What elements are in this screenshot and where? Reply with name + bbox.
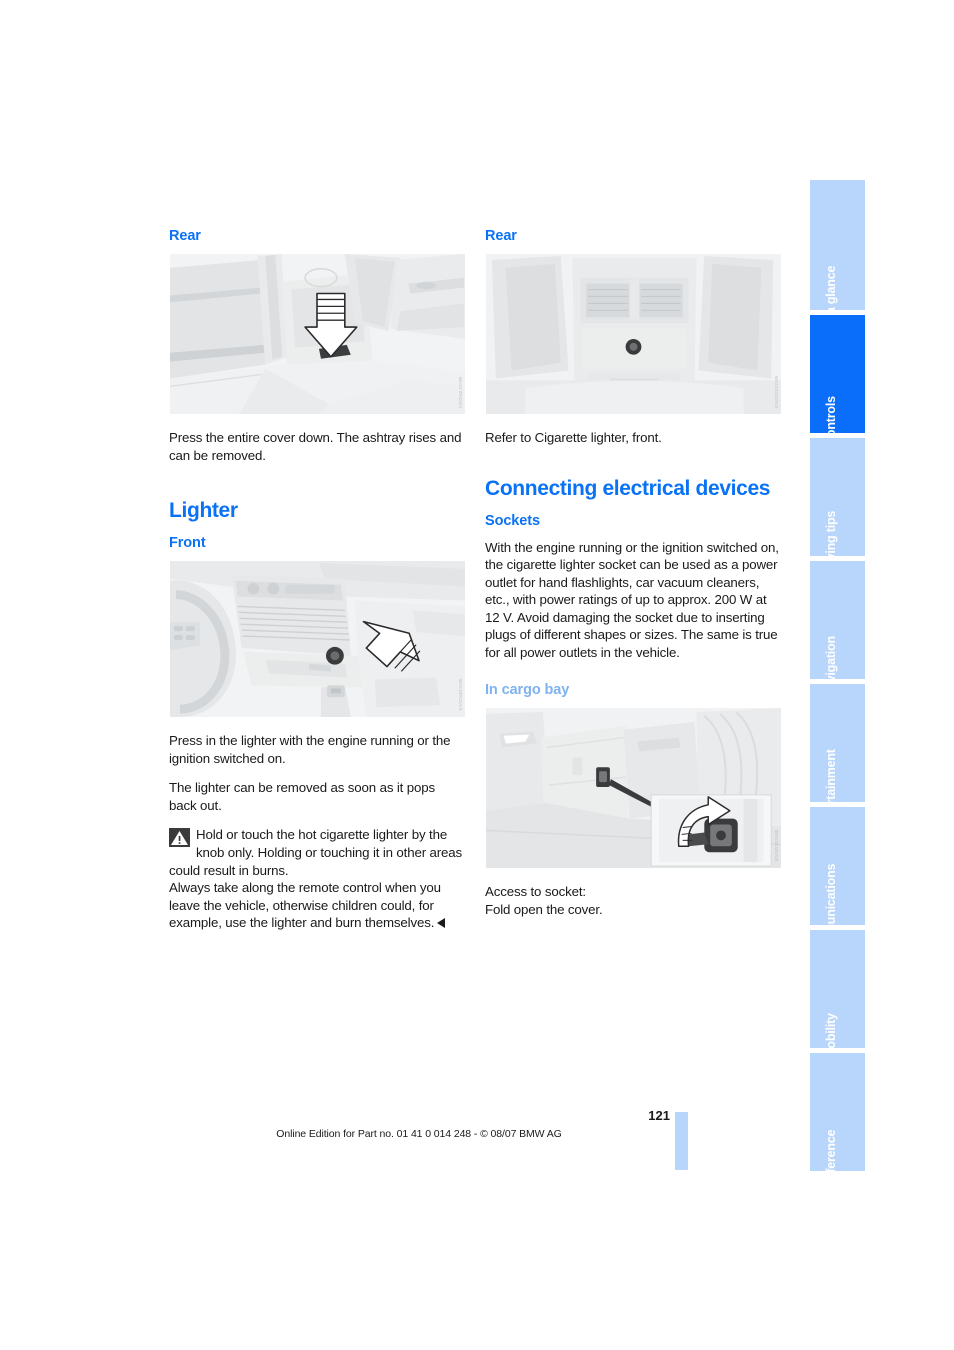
sidebar-tab-label: Mobility <box>823 1013 838 1048</box>
footer-accent-bar <box>675 1112 688 1170</box>
front-cigarette-lighter-illustration: WAS1IPAO/A/S <box>169 560 466 719</box>
footer-edition-note: Online Edition for Part no. 01 41 0 014 … <box>276 1128 562 1140</box>
warning-triangle-icon <box>169 828 190 848</box>
sidebar-tab-label: Communications <box>823 863 838 925</box>
sidebar-tab-label: Navigation <box>823 636 838 679</box>
heading-front: Front <box>169 534 206 551</box>
heading-connecting-electrical-devices: Connecting electrical devices <box>485 476 771 500</box>
end-of-note-marker <box>437 918 446 929</box>
rear-ashtray-illustration: WAS1 IPADS/A <box>169 253 466 416</box>
heading-sockets: Sockets <box>485 513 540 530</box>
heading-in-cargo-bay: In cargo bay <box>485 681 570 698</box>
sidebar-tab-entertainment[interactable]: Entertainment <box>810 684 865 802</box>
sidebar-tab-communications[interactable]: Communications <box>810 807 865 925</box>
sidebar-tab-mobility[interactable]: Mobility <box>810 930 865 1048</box>
rear-lighter-reference: Refer to Cigarette lighter, front. <box>485 430 662 446</box>
figure-code: WAS1 IPADS/A <box>458 376 463 409</box>
front-lighter-removal: The lighter can be removed as soon as it… <box>169 780 435 813</box>
sidebar-tab-label: Driving tips <box>823 510 838 556</box>
sidebar-tab-driving-tips[interactable]: Driving tips <box>810 438 865 556</box>
left-content-column: Rear WAS1 IPADS/A Press the entire cover… <box>169 228 466 932</box>
front-lighter-instruction: Press in the lighter with the engine run… <box>169 733 451 766</box>
figure-code: WAS1ICDO/A/S <box>774 375 779 409</box>
figure-code: WAS1ICO5/A/S <box>774 830 779 863</box>
cargo-bay-socket-illustration: WAS1ICO5/A/S <box>485 707 782 870</box>
figure-code: WAS1IPAO/A/S <box>458 679 463 712</box>
sidebar-tab-label: Reference <box>823 1129 838 1171</box>
sidebar-tab-navigation[interactable]: Navigation <box>810 561 865 679</box>
heading-rear-left: Rear <box>169 228 201 244</box>
warning-text-secondary: Always take along the remote control whe… <box>169 880 441 931</box>
sidebar-tab-label: Entertainment <box>823 749 838 802</box>
rear-console-lighter-illustration: WAS1ICDO/A/S <box>485 253 782 416</box>
cargo-access-label: Access to socket: <box>485 884 586 900</box>
sidebar-tab-controls[interactable]: Controls <box>810 315 865 433</box>
sockets-description: With the engine running or the ignition … <box>485 539 779 661</box>
heading-lighter: Lighter <box>169 498 238 522</box>
cargo-access-instruction: Fold open the cover. <box>485 901 603 917</box>
sidebar-tab-reference[interactable]: Reference <box>810 1053 865 1171</box>
sidebar-tab-at-a-glance[interactable]: At a glance <box>810 180 865 310</box>
warning-text-primary: Hold or touch the hot cigarette lighter … <box>169 827 463 878</box>
right-content-column: Rear WAS1ICDO/A/S Refer to Cigarette lig… <box>485 228 782 930</box>
sidebar-tab-label: At a glance <box>823 265 838 310</box>
warning-note: Hold or touch the hot cigarette lighter … <box>169 826 466 932</box>
sidebar-tab-label: Controls <box>823 396 838 433</box>
rear-ashtray-description: Press the entire cover down. The ashtray… <box>169 430 462 463</box>
manual-page: Rear WAS1 IPADS/A Press the entire cover… <box>0 0 954 1350</box>
heading-rear-right: Rear <box>485 228 517 244</box>
page-number: 121 <box>648 1108 670 1123</box>
